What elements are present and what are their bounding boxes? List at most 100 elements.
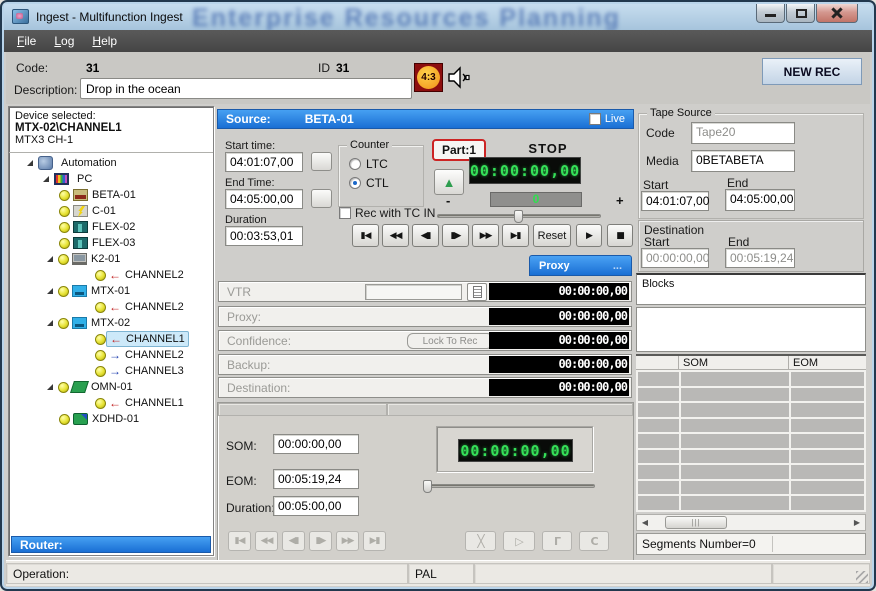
clip-delete-button[interactable]: ╳ [465,531,496,551]
expander-icon[interactable] [43,176,49,182]
tree-item-omn-01[interactable]: OMN-01 [9,379,213,395]
title-bar: Enterprise Resources Planning Ingest - M… [4,4,872,30]
tree-item-k2-01[interactable]: K2-01 [9,251,213,267]
clip-fast-forward-button[interactable]: ▶▶ [336,531,359,551]
maximize-button[interactable] [786,4,815,23]
table-row[interactable] [637,387,865,403]
table-row[interactable] [637,480,865,496]
som-field[interactable]: 00:00:00,00 [273,434,359,454]
status-ball-icon [95,366,106,377]
fast-forward-button[interactable]: ▶▶ [472,224,499,247]
tree-item-mtx02-channel2[interactable]: →CHANNEL2 [9,347,213,363]
start-time-grab-button[interactable] [311,152,332,171]
table-row[interactable] [637,449,865,465]
clip-slider-thumb[interactable] [423,480,432,493]
expander-icon[interactable] [27,160,33,166]
clip-mark-in-button[interactable]: Γ [542,531,572,551]
tree-item-mtx02-channel1-selected[interactable]: ←CHANNEL1 [9,331,213,347]
blocks-table[interactable] [636,370,866,512]
table-row[interactable] [637,433,865,449]
close-button[interactable] [816,4,858,23]
step-back-button[interactable]: ◀▮ [412,224,439,247]
table-row[interactable] [637,464,865,480]
minimize-button[interactable] [756,4,785,23]
ltc-radio[interactable] [349,158,361,170]
play-button[interactable]: ▶ [576,224,602,247]
ctl-radio[interactable] [349,177,361,189]
status-ball-icon [95,350,106,361]
lock-to-rec-button[interactable]: Lock To Rec [407,333,493,349]
end-time-field[interactable]: 04:05:00,00 [225,189,303,209]
menu-file[interactable]: File [8,31,45,51]
table-row[interactable] [637,402,865,418]
transport-state-label: STOP [467,141,629,156]
step-forward-button[interactable]: ▮▶ [442,224,469,247]
proxy-tab[interactable]: Proxy ... [529,255,632,276]
part-up-button[interactable]: ▲ [434,169,464,195]
end-time-grab-button[interactable] [311,189,332,208]
tree-item-k2-channel2[interactable]: ←CHANNEL2 [9,267,213,283]
tree-item-beta-01[interactable]: BETA-01 [9,187,213,203]
status-ball-icon [59,206,70,217]
proxy-tab-menu[interactable]: ... [613,260,622,272]
clip-rewind-button[interactable]: ◀◀ [255,531,278,551]
clip-step-back-button[interactable]: ◀▮ [282,531,305,551]
menu-help[interactable]: Help [83,31,126,51]
status-empty-cell [474,563,772,584]
reset-button[interactable]: Reset [533,224,571,247]
new-rec-button[interactable]: NEW REC [762,58,862,85]
clip-duration-field[interactable]: 00:05:00,00 [273,496,359,516]
blocks-h-scrollbar[interactable]: ◀ ||| ▶ [636,514,866,531]
tree-item-automation[interactable]: Automation [9,155,213,171]
tape-end-field[interactable]: 04:05:00,00 [725,189,795,211]
table-row[interactable] [637,371,865,387]
clip-preview-button[interactable]: ▷ [503,531,535,551]
vtr-input[interactable] [365,284,462,300]
go-to-end-button[interactable]: ▶▮ [502,224,529,247]
table-row[interactable] [637,495,865,511]
expander-icon[interactable] [47,384,53,390]
blocks-col-index [636,356,679,370]
tree-item-c-01[interactable]: C-01 [9,203,213,219]
tape-code-field[interactable]: Tape20 [691,122,795,144]
clip-position-slider[interactable] [423,484,595,488]
live-checkbox[interactable] [589,113,601,125]
expander-icon[interactable] [47,256,53,262]
rec-with-tc-checkbox[interactable] [339,207,351,219]
tree-item-flex-02[interactable]: FLEX-02 [9,219,213,235]
rewind-button[interactable]: ◀◀ [382,224,409,247]
eom-field[interactable]: 00:05:19,24 [273,469,359,489]
clip-go-to-start-button[interactable]: ▮◀ [228,531,251,551]
tree-item-omn-channel1[interactable]: ←CHANNEL1 [9,395,213,411]
shuttle-slider[interactable] [437,214,601,218]
expander-icon[interactable] [47,288,53,294]
menu-log[interactable]: Log [45,31,83,51]
clip-step-forward-button[interactable]: ▮▶ [309,531,332,551]
scroll-left-icon[interactable]: ◀ [637,515,653,530]
tape-media-field[interactable]: 0BETABETA [691,150,795,172]
tape-start-field[interactable]: 04:01:07,00 [641,191,709,211]
description-input[interactable] [80,78,412,99]
clip-go-to-end-button[interactable]: ▶▮ [363,531,386,551]
tree-item-mtx02-channel3[interactable]: →CHANNEL3 [9,363,213,379]
router-bar[interactable]: Router: [11,536,211,553]
table-row[interactable] [637,418,865,434]
vtr-doc-button[interactable] [467,283,487,301]
duration-field[interactable]: 00:03:53,01 [225,226,303,246]
shuttle-bar[interactable]: 0 [490,192,582,207]
tree-item-mtx-02[interactable]: MTX-02 [9,315,213,331]
tree-item-mtx-01[interactable]: MTX-01 [9,283,213,299]
tree-item-pc[interactable]: PC [9,171,213,187]
clip-mark-out-button[interactable]: C [579,531,609,551]
go-to-start-button[interactable]: ▮◀ [352,224,379,247]
shuttle-slider-thumb[interactable] [514,210,523,223]
start-time-field[interactable]: 04:01:07,00 [225,152,303,172]
scrollbar-thumb[interactable]: ||| [665,516,727,529]
expander-icon[interactable] [47,320,53,326]
tree-item-mtx01-channel2[interactable]: ←CHANNEL2 [9,299,213,315]
scroll-right-icon[interactable]: ▶ [849,515,865,530]
tree-item-flex-03[interactable]: FLEX-03 [9,235,213,251]
stop-button[interactable]: ■ [607,224,633,247]
tree-item-xdhd-01[interactable]: XDHD-01 [9,411,213,427]
resize-grip[interactable] [856,571,868,583]
